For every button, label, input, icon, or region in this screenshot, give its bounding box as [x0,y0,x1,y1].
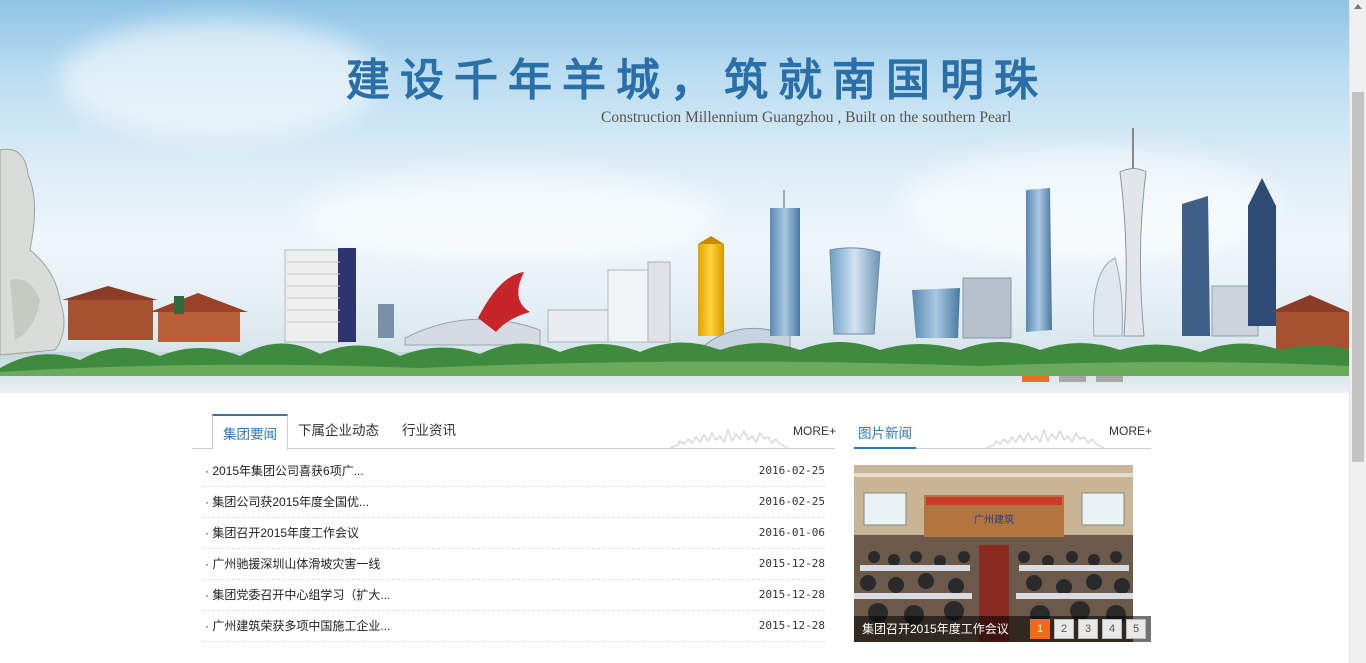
photo-page-4[interactable]: 4 [1102,619,1122,639]
news-item-title[interactable]: · 集团党委召开中心组学习（扩大... [205,580,390,610]
photo-page-5[interactable]: 5 [1126,619,1146,639]
news-item-date: 2016-02-25 [758,464,825,477]
news-item-title[interactable]: · 2015年集团公司喜获6项广... [205,456,364,486]
news-item-title[interactable]: · 广州建筑荣获多项中国施工企业... [205,611,390,641]
news-item: · 广州建筑荣获多项中国施工企业... 2015-12-28 [202,611,825,642]
photo-news-section: 图片新闻 MORE+ 广州建筑 集团召开2015年度工作会议 1 2 3 4 5 [854,413,1152,642]
tab-group-news[interactable]: 集团要闻 [212,414,288,450]
news-item-title[interactable]: · 集团公司获2015年度全国优... [205,487,369,517]
news-item-date: 2016-02-25 [758,495,825,508]
skyline-decoration-icon [670,428,788,449]
scrollbar-thumb[interactable] [1352,92,1364,462]
screen-text: 广州建筑 [974,513,1014,526]
photo-caption-bar: 集团召开2015年度工作会议 1 2 3 4 5 [854,616,1151,642]
news-item-title[interactable]: · 广州驰援深圳山体滑坡灾害一线 [205,549,380,579]
news-item-title[interactable]: · 集团召开2015年度工作会议 [205,518,359,548]
news-section: 集团要闻 下属企业动态 行业资讯 MORE+ · 2015年集团公司喜获6项广.… [192,413,836,642]
photo-news-header: 图片新闻 MORE+ [854,413,1152,449]
news-item-date: 2016-01-06 [758,526,825,539]
slide-indicator-2[interactable] [1059,376,1086,382]
tab-subsidiary-news[interactable]: 下属企业动态 [298,414,379,449]
news-item: · 集团党委召开中心组学习（扩大... 2015-12-28 [202,580,825,611]
news-list: · 2015年集团公司喜获6项广... 2016-02-25 · 集团公司获201… [202,456,825,642]
hero-banner: 建设千年羊城，筑就南国明珠 Construction Millennium Gu… [0,0,1349,393]
photo-news-more-link[interactable]: MORE+ [1109,424,1152,438]
news-item: · 集团召开2015年度工作会议 2016-01-06 [202,518,825,549]
photo-page-3[interactable]: 3 [1078,619,1098,639]
photo-page-1[interactable]: 1 [1030,619,1050,639]
news-item: · 广州驰援深圳山体滑坡灾害一线 2015-12-28 [202,549,825,580]
photo-page-2[interactable]: 2 [1054,619,1074,639]
photo-pager: 1 2 3 4 5 [1030,619,1146,639]
tab-industry-news[interactable]: 行业资讯 [402,414,456,449]
photo-news-title[interactable]: 图片新闻 [854,413,916,449]
slide-indicator-1[interactable] [1022,376,1049,382]
news-item: · 集团公司获2015年度全国优... 2016-02-25 [202,487,825,518]
slide-indicator-3[interactable] [1096,376,1123,382]
scroll-up-arrow-icon[interactable] [1354,4,1362,9]
news-tab-bar: 集团要闻 下属企业动态 行业资讯 MORE+ [192,413,836,450]
news-item-date: 2015-12-28 [758,619,825,632]
news-item-date: 2015-12-28 [758,588,825,601]
slide-indicators [1022,376,1123,382]
vertical-scrollbar[interactable] [1349,0,1366,663]
news-item: · 2015年集团公司喜获6项广... 2016-02-25 [202,456,825,487]
city-skyline-illustration [0,128,1349,393]
news-more-link[interactable]: MORE+ [793,424,836,438]
skyline-decoration-icon [986,428,1104,449]
photo-caption[interactable]: 集团召开2015年度工作会议 [862,616,1009,642]
news-item-date: 2015-12-28 [758,557,825,570]
